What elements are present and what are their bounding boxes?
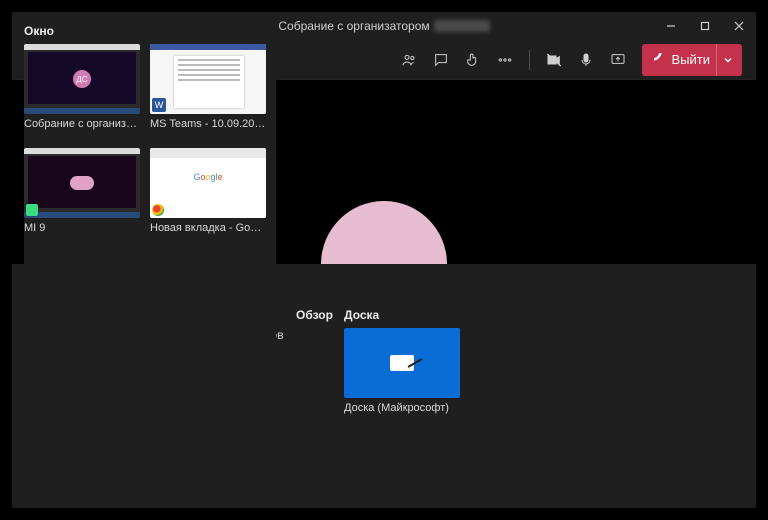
share-screen-icon[interactable] <box>604 46 632 74</box>
maximize-button[interactable] <box>688 12 722 40</box>
meeting-window: Собрание с организатором 06:46 <box>12 12 756 508</box>
leave-chevron[interactable] <box>716 44 738 76</box>
hangup-icon <box>652 51 666 68</box>
minimize-button[interactable] <box>654 12 688 40</box>
window-controls <box>654 12 756 40</box>
chat-icon[interactable] <box>427 46 455 74</box>
leave-button[interactable]: Выйти <box>642 44 743 76</box>
more-icon[interactable] <box>491 46 519 74</box>
share-sections: Рабочий стол Screen #1 Окно ДС <box>28 308 740 422</box>
mic-icon[interactable] <box>572 46 600 74</box>
close-button[interactable] <box>722 12 756 40</box>
leave-label: Выйти <box>672 52 711 67</box>
raise-hand-icon[interactable] <box>459 46 487 74</box>
section-whiteboard: Доска Доска (Майкрософт) <box>344 308 740 422</box>
share-tray: Добавить звук компьютера Рабочий стол Sc… <box>12 264 756 508</box>
toolbar-divider <box>529 50 530 70</box>
section-window: Окно ДС Собрание с организато... W <box>24 264 276 496</box>
participants-icon[interactable] <box>395 46 423 74</box>
thumb-whiteboard-preview <box>344 328 460 398</box>
organizer-name-blur <box>434 20 490 32</box>
section-browse[interactable]: Обзор <box>296 308 344 422</box>
camera-off-icon[interactable] <box>540 46 568 74</box>
thumb-whiteboard-caption: Доска (Майкрософт) <box>344 402 460 414</box>
thumb-whiteboard[interactable]: Доска (Майкрософт) <box>344 328 460 414</box>
participant-avatar <box>321 201 447 264</box>
window-title: Собрание с организатором <box>278 19 429 33</box>
section-header-browse: Обзор <box>296 308 344 322</box>
section-header-whiteboard: Доска <box>344 308 740 322</box>
